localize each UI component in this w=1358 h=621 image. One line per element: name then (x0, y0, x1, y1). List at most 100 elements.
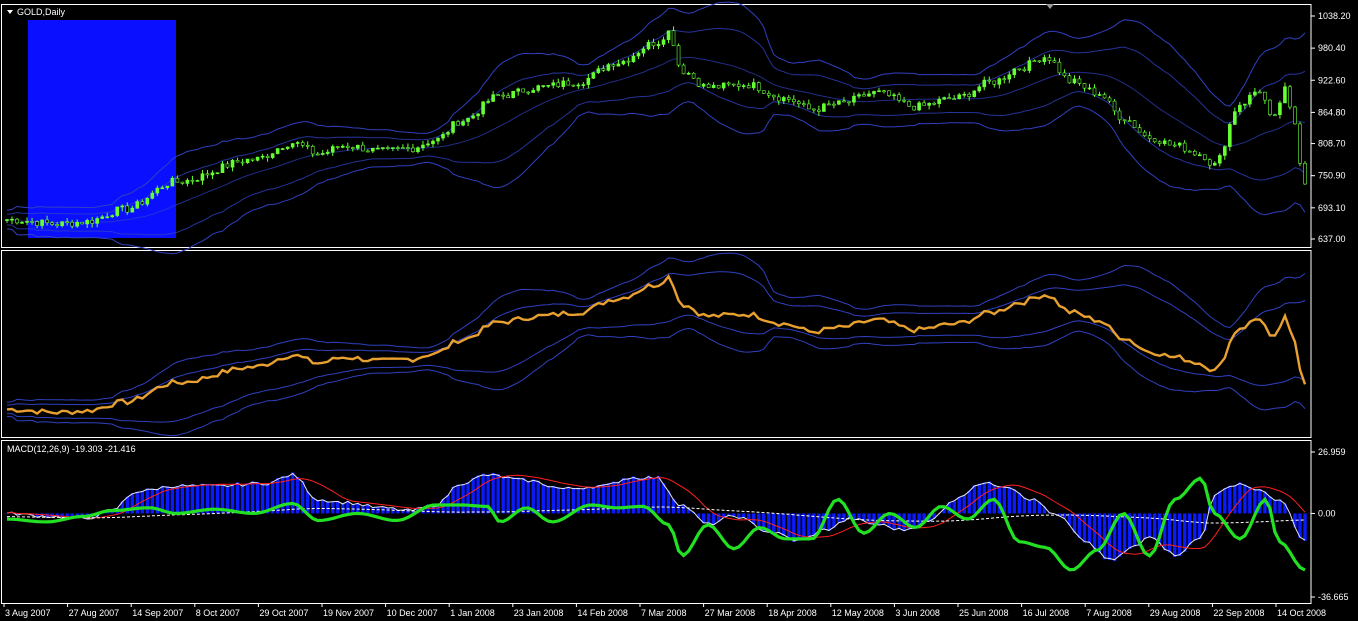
candle-body (285, 146, 290, 149)
candle-body (1263, 91, 1267, 101)
candle-body (591, 72, 596, 79)
candle-body (210, 172, 215, 176)
candle-body (1162, 140, 1167, 144)
candle-body (967, 93, 972, 97)
candle-body (1102, 94, 1107, 99)
candle-body (361, 144, 365, 152)
candle-body (185, 179, 190, 184)
candle-body (611, 64, 616, 67)
candle-body (1248, 94, 1252, 105)
candle-body (175, 177, 180, 183)
candle-body (295, 142, 300, 144)
candle-body (180, 181, 185, 184)
x-tick-label: 12 May 2008 (832, 608, 884, 618)
candle-body (30, 221, 34, 223)
candle-body (947, 97, 951, 100)
candle-body (711, 84, 716, 88)
candle-body (1067, 75, 1072, 84)
x-tick-label: 14 Feb 2008 (577, 608, 628, 618)
x-tick-label: 7 Mar 2008 (641, 608, 687, 618)
price-band-1 (6, 27, 1306, 215)
candle-body (721, 82, 726, 89)
candle-body (230, 160, 235, 168)
candle-body (461, 121, 465, 126)
candle-body (335, 146, 340, 148)
macd-panel[interactable] (5, 472, 1307, 572)
price-tick-label: 980.40 (1318, 43, 1346, 53)
candle-body (1182, 142, 1187, 152)
candle-body (952, 98, 956, 101)
x-tick-label: 19 Nov 2007 (323, 608, 374, 618)
candle-body (676, 45, 681, 66)
candle-body (45, 219, 49, 224)
candle-body (50, 222, 54, 225)
candle-body (190, 179, 195, 182)
candle-body (842, 100, 846, 103)
candle-body (376, 147, 380, 150)
candle-body (807, 103, 811, 110)
candle-body (250, 158, 255, 161)
candle-body (255, 156, 260, 161)
candle-body (701, 83, 706, 87)
x-tick-label: 1 Jan 2008 (450, 608, 495, 618)
candle-body (1137, 127, 1142, 133)
candle-body (802, 103, 806, 105)
candle-body (997, 78, 1002, 85)
macd-tick-label: -36.665 (1318, 592, 1349, 602)
candle-body (466, 117, 470, 122)
candle-body (787, 97, 791, 100)
candle-body (80, 221, 84, 225)
x-tick-label: 22 Sep 2008 (1213, 608, 1264, 618)
candle-body (902, 100, 906, 102)
candle-body (917, 102, 921, 111)
candle-body (310, 145, 315, 155)
candle-body (546, 84, 551, 87)
candle-body (300, 142, 305, 146)
candle-body (165, 185, 170, 189)
candle-body (95, 218, 100, 224)
chart-canvas: 1038.20 980.40 922.60 864.80 808.70 750.90 693… (1, 1, 1351, 618)
candle-body (862, 94, 866, 97)
x-tick-label: 27 Mar 2008 (705, 608, 756, 618)
candle-body (406, 147, 410, 150)
candle-body (651, 41, 656, 47)
candle-body (356, 144, 360, 149)
chart-title: GOLD,Daily (7, 7, 66, 17)
candle-body (1223, 146, 1227, 156)
candle-body (65, 221, 69, 224)
candle-body (1207, 159, 1212, 166)
candle-body (1288, 86, 1292, 108)
candle-body (666, 30, 671, 41)
price-panel[interactable] (5, 1, 1307, 255)
candle-body (1002, 78, 1007, 80)
candle-body (1218, 155, 1222, 164)
x-tick-label: 18 Apr 2008 (768, 608, 817, 618)
highlight-box (28, 20, 176, 238)
candle-body (436, 137, 440, 142)
middle-panel[interactable] (6, 252, 1307, 437)
x-tick-label: 8 Oct 2007 (196, 608, 240, 618)
macd-label: MACD(12,26,9) -19.303 -21.416 (7, 444, 136, 454)
candle-body (1012, 68, 1017, 76)
candle-body (1152, 138, 1157, 143)
price-tick-label: 922.60 (1318, 75, 1346, 85)
candle-body (275, 148, 280, 154)
candle-body (1017, 68, 1022, 71)
dropdown-arrow-icon[interactable] (7, 10, 13, 14)
candle-body (616, 63, 621, 67)
candle-body (541, 85, 546, 87)
candle-body (761, 90, 766, 94)
candle-body (70, 221, 74, 227)
candle-body (1052, 60, 1057, 63)
x-tick-label: 10 Dec 2007 (387, 608, 438, 618)
candle-body (827, 103, 831, 106)
candle-body (551, 82, 556, 86)
candle-body (1197, 154, 1202, 157)
candle-body (75, 221, 79, 227)
candle-body (325, 151, 330, 154)
candle-body (426, 143, 430, 146)
price-tick-label: 750.90 (1318, 171, 1346, 181)
candle-body (170, 177, 175, 187)
candle-body (1177, 142, 1182, 146)
candle-body (451, 121, 455, 133)
